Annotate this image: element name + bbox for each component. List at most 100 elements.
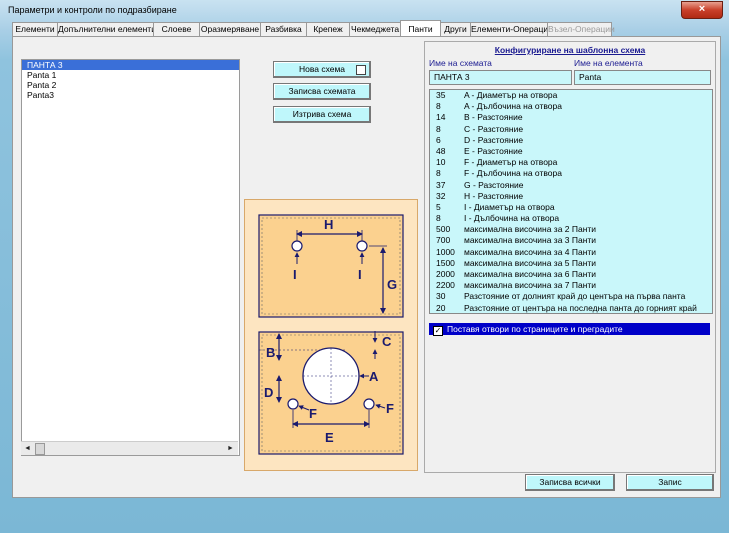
param-row[interactable]: 37 G - Разстояние bbox=[430, 180, 712, 191]
tab-dimensioning[interactable]: Оразмеряване bbox=[199, 22, 261, 36]
place-holes-checkbox-row[interactable]: ✓ Поставя отвори по страниците и прегради… bbox=[429, 323, 710, 336]
param-row[interactable]: 48 E - Разстояние bbox=[430, 146, 712, 157]
param-row[interactable]: 32 H - Разстояние bbox=[430, 191, 712, 202]
tab-additional-elements[interactable]: Допълнителни елементи bbox=[57, 22, 156, 36]
listbox-horizontal-scrollbar[interactable]: ◄ ► bbox=[21, 441, 238, 455]
tab-drawers[interactable]: Чекмеджета bbox=[349, 22, 401, 36]
param-value[interactable]: 700 bbox=[430, 235, 464, 246]
tab-fasteners[interactable]: Крепеж bbox=[306, 22, 350, 36]
element-name-label: Име на елемента bbox=[574, 58, 643, 68]
schema-listbox[interactable]: ПАНТА 3 Panta 1 Panta 2 Panta3 bbox=[21, 59, 240, 456]
param-value[interactable]: 20 bbox=[430, 303, 464, 313]
parameter-list: 35 A - Диаметър на отвора 8A - Дълбочина … bbox=[429, 89, 713, 314]
param-value[interactable]: 2000 bbox=[430, 269, 464, 280]
param-value[interactable]: 1500 bbox=[430, 258, 464, 269]
tab-other[interactable]: Други bbox=[440, 22, 471, 36]
schema-config-panel: Конфигуриране на шаблонна схема Име на с… bbox=[424, 41, 716, 473]
param-value[interactable]: 2200 bbox=[430, 280, 464, 291]
param-row[interactable]: 500 максимална височина за 2 Панти bbox=[430, 224, 712, 235]
param-row[interactable]: 10 F - Диаметър на отвора bbox=[430, 157, 712, 168]
schema-list-item[interactable]: Panta 2 bbox=[22, 80, 239, 90]
param-row[interactable]: 8A - Дълбочина на отвора bbox=[430, 101, 712, 112]
param-label: Разстояние от центъра на последна панта … bbox=[464, 302, 697, 313]
scroll-thumb[interactable] bbox=[35, 443, 45, 455]
param-value[interactable]: 32 bbox=[430, 191, 464, 202]
param-value[interactable]: 10 bbox=[430, 157, 464, 168]
tab-hinges[interactable]: Панти bbox=[400, 20, 441, 37]
label-i-right: I bbox=[358, 267, 362, 282]
param-row[interactable]: 5I - Диаметър на отвора bbox=[430, 202, 712, 213]
param-label: C - Разстояние bbox=[464, 123, 524, 134]
schema-name-field[interactable]: ПАНТА 3 bbox=[429, 70, 572, 85]
param-row[interactable]: 8C - Разстояние bbox=[430, 124, 712, 135]
save-button[interactable]: Запис bbox=[626, 474, 714, 491]
schema-list-item[interactable]: Panta 1 bbox=[22, 70, 239, 80]
label-b: B bbox=[266, 345, 275, 360]
param-value[interactable]: 6 bbox=[430, 135, 464, 146]
param-row[interactable]: 6D - Разстояние bbox=[430, 135, 712, 146]
new-schema-checkbox[interactable] bbox=[356, 65, 366, 75]
schema-list-item[interactable]: ПАНТА 3 bbox=[22, 60, 239, 70]
param-label: максимална височина за 4 Панти bbox=[464, 246, 597, 257]
hinge-diagram-svg: H I I G B C A D F F E bbox=[258, 214, 404, 455]
label-g: G bbox=[387, 277, 397, 292]
label-a: A bbox=[369, 369, 379, 384]
param-value[interactable]: 8 bbox=[430, 168, 464, 179]
param-value[interactable]: 8 bbox=[430, 213, 464, 224]
param-value[interactable]: 8 bbox=[430, 124, 464, 135]
param-value[interactable]: 5 bbox=[430, 202, 464, 213]
param-row[interactable]: 2000 максимална височина за 6 Панти bbox=[430, 269, 712, 280]
schema-list-item[interactable]: Panta3 bbox=[22, 90, 239, 100]
param-row[interactable]: 1500 максимална височина за 5 Панти bbox=[430, 258, 712, 269]
scroll-left-icon[interactable]: ◄ bbox=[24, 445, 31, 452]
scroll-right-icon[interactable]: ► bbox=[227, 445, 234, 452]
param-row[interactable]: 14 B - Разстояние bbox=[430, 112, 712, 123]
close-button[interactable]: × bbox=[681, 1, 723, 19]
param-row[interactable]: 35 A - Диаметър на отвора bbox=[430, 90, 712, 101]
new-schema-button[interactable]: Нова схема bbox=[273, 61, 371, 78]
param-row[interactable]: 20 Разстояние от центъра на последна пант… bbox=[430, 302, 712, 313]
element-name-field[interactable]: Panta bbox=[574, 70, 711, 85]
param-value[interactable]: 30 bbox=[430, 291, 464, 302]
label-h: H bbox=[324, 217, 333, 232]
param-row[interactable]: 1000 максимална височина за 4 Панти bbox=[430, 247, 712, 258]
param-value[interactable]: 37 bbox=[430, 180, 464, 191]
param-value[interactable]: 500 bbox=[430, 224, 464, 235]
param-value[interactable]: 48 bbox=[430, 146, 464, 157]
label-i-left: I bbox=[293, 267, 297, 282]
tab-layers[interactable]: Слоеве bbox=[153, 22, 200, 36]
param-value[interactable]: 35 bbox=[430, 90, 464, 101]
param-row[interactable]: 8I - Дълбочина на отвора bbox=[430, 213, 712, 224]
param-label: F - Дълбочина на отвора bbox=[464, 168, 562, 179]
param-value[interactable]: 1000 bbox=[430, 247, 464, 258]
param-label: I - Диаметър на отвора bbox=[464, 201, 555, 212]
tab-element-operations[interactable]: Елементи-Операции bbox=[470, 22, 553, 36]
save-schema-button[interactable]: Записва схемата bbox=[273, 83, 371, 100]
param-value[interactable]: 14 bbox=[430, 112, 464, 123]
delete-schema-button[interactable]: Изтрива схема bbox=[273, 106, 371, 123]
save-all-button[interactable]: Записва всички bbox=[525, 474, 615, 491]
param-label: A - Диаметър на отвора bbox=[464, 90, 558, 100]
param-row[interactable]: 30 Разстояние от долният край до центъра … bbox=[430, 291, 712, 302]
title-bar: Параметри и контроли по подразбиране × bbox=[0, 0, 729, 20]
param-label: B - Разстояние bbox=[464, 112, 523, 123]
param-row[interactable]: 8F - Дълбочина на отвора bbox=[430, 168, 712, 179]
param-label: A - Дълбочина на отвора bbox=[464, 101, 562, 112]
tab-elements[interactable]: Елементи bbox=[12, 22, 58, 36]
param-label: Разстояние от долният край до центъра на… bbox=[464, 291, 686, 302]
param-label: I - Дълбочина на отвора bbox=[464, 213, 560, 224]
param-row[interactable]: 2200 максимална височина за 7 Панти bbox=[430, 280, 712, 291]
tab-breakdown[interactable]: Разбивка bbox=[260, 22, 307, 36]
place-holes-checkbox[interactable]: ✓ bbox=[433, 326, 443, 336]
label-e: E bbox=[325, 430, 334, 445]
param-label: максимална височина за 6 Панти bbox=[464, 269, 597, 279]
window-title: Параметри и контроли по подразбиране bbox=[8, 5, 177, 15]
tab-strip: Елементи Допълнителни елементи Слоеве Ор… bbox=[12, 20, 718, 37]
param-label: G - Разстояние bbox=[464, 179, 524, 190]
param-label: максимална височина за 7 Панти bbox=[464, 280, 597, 291]
param-label: максимална височина за 5 Панти bbox=[464, 257, 597, 268]
param-row[interactable]: 700 максимална височина за 3 Панти bbox=[430, 235, 712, 246]
top-view: H I I G bbox=[258, 214, 404, 318]
param-value[interactable]: 8 bbox=[430, 101, 464, 112]
label-f-right: F bbox=[386, 401, 394, 416]
